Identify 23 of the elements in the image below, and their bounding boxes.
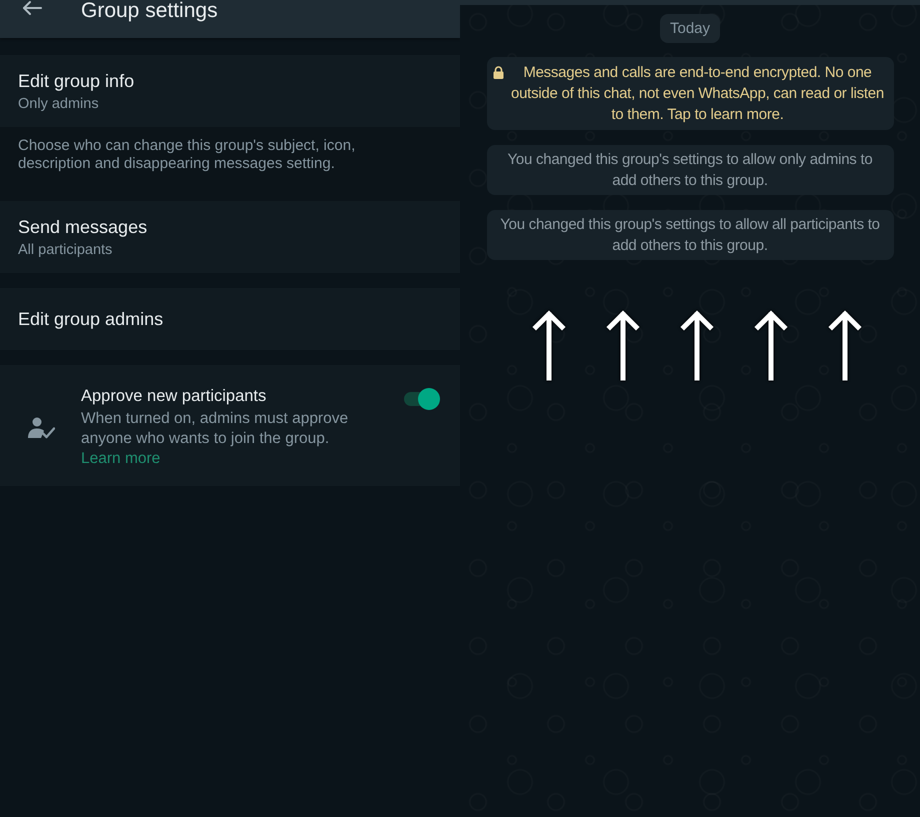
up-arrow-icon <box>828 309 862 381</box>
settings-option[interactable]: Edit group info Only admins <box>0 55 460 127</box>
message-text: Messages and calls are end-to-end encrypted. No one outside of this chat, not even WhatsApp, can read or listen to them. Tap to learn more. <box>510 63 885 125</box>
learn-more-link[interactable]: Learn more <box>81 449 160 469</box>
lock-icon <box>492 66 504 79</box>
settings-option[interactable]: Send messages All participants <box>0 201 460 273</box>
date-chip: Today <box>660 14 720 43</box>
back-arrow-icon <box>22 0 42 16</box>
setting-title: Approve new participants <box>81 386 268 406</box>
up-arrow-icon <box>680 309 714 381</box>
up-arrow-icon <box>754 309 788 381</box>
toggle-switch[interactable] <box>404 388 440 410</box>
encryption-notice[interactable]: Messages and calls are end-to-end encrypted. No one outside of this chat, not even WhatsApp, can read or listen to them. Tap to learn more. <box>486 57 894 130</box>
screen-title: Group settings <box>81 0 218 22</box>
message-text: You changed this group's settings to allow all participants to add others to this group. <box>499 215 881 256</box>
settings-description: Choose who can change this group's subject, icon, description and disappearing messages setting. <box>18 137 356 173</box>
settings-option[interactable]: Edit group admins <box>0 288 460 350</box>
up-arrow-icon <box>532 309 566 381</box>
message-text: You changed this group's settings to allow only admins to add others to this group. <box>506 150 874 191</box>
back-button[interactable] <box>22 0 42 16</box>
person-check-icon <box>28 416 55 438</box>
up-arrow-icon <box>606 309 640 381</box>
setting-description: When turned on, admins must approve anyone who wants to join the group. <box>81 409 350 449</box>
